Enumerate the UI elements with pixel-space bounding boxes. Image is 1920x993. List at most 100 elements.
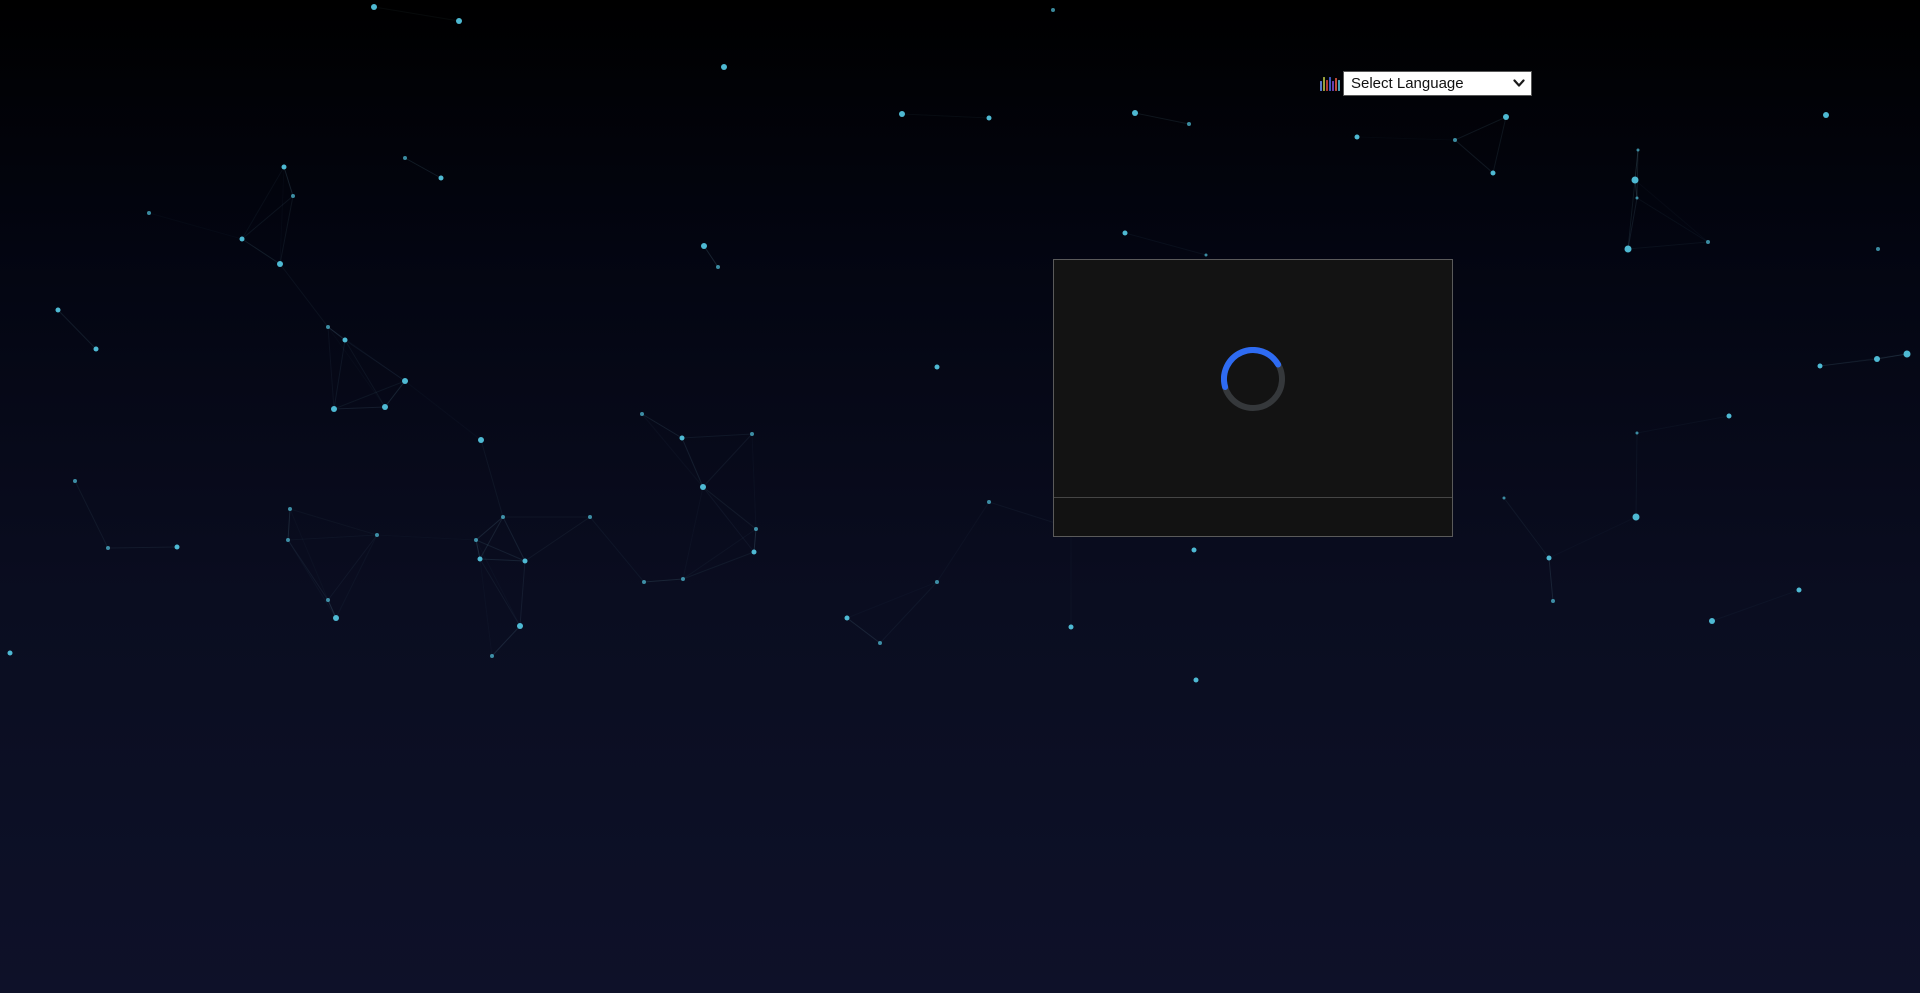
particle-link bbox=[642, 414, 682, 438]
particle-dot bbox=[371, 4, 377, 10]
particle-link bbox=[480, 517, 503, 559]
language-select[interactable]: Select Language bbox=[1343, 71, 1532, 96]
particle-dot bbox=[1823, 112, 1829, 118]
particle-dot bbox=[1709, 618, 1715, 624]
particle-link bbox=[1637, 198, 1708, 242]
loading-panel-body bbox=[1054, 260, 1452, 498]
particle-dot bbox=[1874, 356, 1880, 362]
particle-link bbox=[1493, 117, 1506, 173]
particle-dot bbox=[474, 538, 478, 542]
translate-icon-bar bbox=[1323, 77, 1325, 91]
particle-dot bbox=[681, 577, 685, 581]
particle-link bbox=[328, 535, 377, 600]
particle-link bbox=[1125, 233, 1206, 255]
particle-link bbox=[334, 340, 345, 409]
particle-dot bbox=[845, 616, 850, 621]
particle-link bbox=[108, 547, 177, 548]
particle-dot bbox=[1051, 8, 1055, 12]
particle-dot bbox=[1355, 135, 1360, 140]
particle-link bbox=[405, 381, 481, 440]
particle-dot bbox=[1205, 254, 1208, 257]
particle-link bbox=[682, 434, 752, 438]
particle-link bbox=[847, 582, 937, 618]
particle-link bbox=[703, 487, 754, 552]
particle-dot bbox=[333, 615, 339, 621]
particle-link bbox=[703, 487, 756, 529]
particle-link bbox=[480, 559, 520, 626]
translate-icon-bar bbox=[1332, 81, 1334, 91]
particle-dot bbox=[277, 261, 283, 267]
particle-dot bbox=[282, 165, 287, 170]
particle-dot bbox=[642, 580, 646, 584]
particle-link bbox=[280, 167, 284, 264]
particle-dot bbox=[1876, 247, 1880, 251]
particle-dot bbox=[478, 437, 484, 443]
loading-panel bbox=[1053, 259, 1453, 537]
particle-dot bbox=[147, 211, 151, 215]
particle-link bbox=[754, 529, 756, 552]
particle-dot bbox=[1727, 414, 1732, 419]
particle-dot bbox=[640, 412, 644, 416]
particle-link bbox=[476, 540, 525, 561]
particle-link bbox=[703, 434, 752, 487]
particle-link bbox=[520, 561, 525, 626]
particle-link bbox=[288, 509, 290, 540]
particle-link bbox=[1455, 140, 1493, 173]
particle-dot bbox=[588, 515, 592, 519]
particle-dot bbox=[478, 557, 483, 562]
particle-dot bbox=[1636, 197, 1639, 200]
spinner-arc bbox=[1224, 350, 1278, 387]
particle-dot bbox=[752, 550, 757, 555]
particles-canvas bbox=[0, 0, 1920, 993]
particle-link bbox=[476, 517, 503, 540]
particle-dot bbox=[1503, 114, 1509, 120]
particle-dot bbox=[1069, 625, 1074, 630]
particle-link bbox=[280, 264, 328, 327]
particle-dot bbox=[1194, 678, 1199, 683]
particle-link bbox=[242, 239, 280, 264]
particle-dot bbox=[1706, 240, 1710, 244]
particle-dot bbox=[331, 406, 337, 412]
particle-link bbox=[405, 158, 441, 178]
particle-dot bbox=[935, 365, 940, 370]
particle-dot bbox=[899, 111, 905, 117]
particle-dot bbox=[1192, 548, 1197, 553]
particle-link bbox=[242, 167, 284, 239]
translate-icon-bar bbox=[1329, 77, 1331, 91]
particle-link bbox=[1636, 433, 1637, 517]
particle-dot bbox=[935, 580, 939, 584]
particle-link bbox=[290, 509, 328, 600]
particle-link bbox=[644, 579, 683, 582]
particle-dot bbox=[1636, 432, 1639, 435]
particle-link bbox=[58, 310, 96, 349]
particle-link bbox=[683, 552, 754, 579]
particle-dot bbox=[1797, 588, 1802, 593]
particle-link bbox=[149, 213, 242, 239]
particle-dot bbox=[1625, 246, 1632, 253]
particle-link bbox=[334, 407, 385, 409]
translate-icon-bar bbox=[1320, 81, 1322, 91]
particle-dot bbox=[106, 546, 110, 550]
particle-dot bbox=[326, 325, 330, 329]
particle-dot bbox=[1547, 556, 1552, 561]
particle-dot bbox=[987, 116, 992, 121]
particle-dot bbox=[878, 641, 882, 645]
particle-link bbox=[590, 517, 644, 582]
particle-link bbox=[336, 535, 377, 618]
particle-dot bbox=[286, 538, 290, 542]
particle-link bbox=[1135, 113, 1189, 124]
particle-dot bbox=[1818, 364, 1823, 369]
particle-dot bbox=[1637, 149, 1640, 152]
particle-link bbox=[1504, 498, 1549, 558]
particle-dot bbox=[175, 545, 180, 550]
particle-dot bbox=[439, 176, 444, 181]
particle-dot bbox=[721, 64, 727, 70]
particle-link bbox=[1712, 590, 1799, 621]
particle-link bbox=[377, 535, 476, 540]
particle-dot bbox=[523, 559, 528, 564]
google-translate-widget: Select Language bbox=[1320, 70, 1532, 96]
particle-link bbox=[75, 481, 108, 548]
particle-link bbox=[880, 582, 937, 643]
particle-link bbox=[1637, 416, 1729, 433]
particle-link bbox=[642, 414, 703, 487]
